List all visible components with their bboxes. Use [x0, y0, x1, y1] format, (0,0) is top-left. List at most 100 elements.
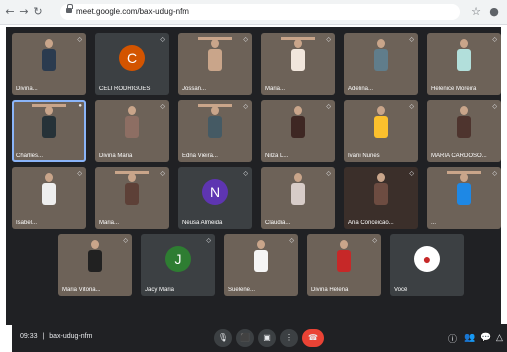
participant-video: [36, 171, 62, 221]
url-text: meet.google.com/bax-udug-nfm: [76, 7, 189, 16]
participant-name: Claudia...: [265, 220, 291, 226]
participant-video: [451, 104, 477, 154]
pin-icon[interactable]: ◇: [409, 36, 414, 43]
participant-name: CELI RODRIGUES: [99, 86, 151, 92]
participant-name: Maria...: [99, 220, 120, 226]
participant-tile[interactable]: N ◇ Neusa Almeida: [178, 167, 252, 229]
participant-tile[interactable]: ◇ Helenice Moreira: [427, 33, 501, 95]
present-button[interactable]: ▣: [258, 329, 276, 347]
participant-name: Ana Conceicao...: [348, 220, 394, 226]
participant-name: Nilza L...: [265, 153, 289, 159]
participant-name: MARIA CARDOSO...: [431, 153, 487, 159]
participant-name: Divina Helena: [311, 287, 349, 293]
participant-tile[interactable]: ◇ Ivani Nunes: [344, 100, 418, 162]
participant-tile[interactable]: ◇ Ana Conceicao...: [344, 167, 418, 229]
participant-tile[interactable]: ◇ Divina Maria: [95, 100, 169, 162]
participant-tile[interactable]: ◇ Adelina...: [344, 33, 418, 95]
participant-tile[interactable]: ◇ Maria...: [261, 33, 335, 95]
participant-video: [368, 37, 394, 87]
pin-icon[interactable]: ◇: [492, 103, 497, 110]
participant-tile[interactable]: ◇ Divina...: [12, 33, 86, 95]
participant-tile-self[interactable]: ● Você: [390, 234, 464, 296]
participant-tile[interactable]: ◇ Suelene...: [224, 234, 298, 296]
pin-icon[interactable]: ◇: [77, 36, 82, 43]
pin-icon[interactable]: ◇: [206, 237, 211, 244]
end-call-button[interactable]: ☎: [302, 329, 324, 347]
pin-icon[interactable]: ◇: [326, 170, 331, 177]
participant-name: Você: [394, 287, 408, 293]
self-avatar: ●: [414, 246, 440, 272]
participant-name: Helenice Moreira: [431, 86, 477, 92]
participant-tile[interactable]: ◇ Jossan...: [178, 33, 252, 95]
participant-tile[interactable]: ◇ MARIA CARDOSO...: [427, 100, 501, 162]
participant-name: Jacy Maria: [145, 287, 175, 293]
pin-icon[interactable]: ◇: [326, 103, 331, 110]
speaking-indicator-icon: ●: [78, 103, 82, 109]
participant-name: Divina Maria: [99, 153, 133, 159]
meeting-time: 09:33 | bax-udug-nfm: [20, 333, 93, 340]
pin-icon[interactable]: ◇: [160, 103, 165, 110]
pin-icon[interactable]: ◇: [243, 170, 248, 177]
more-options-button[interactable]: ⋮: [280, 329, 298, 347]
activities-icon[interactable]: △: [496, 332, 503, 343]
participant-tile[interactable]: ◇ Nilza L...: [261, 100, 335, 162]
participant-video: [82, 238, 108, 288]
pin-icon[interactable]: ◇: [372, 237, 377, 244]
lock-icon: [66, 4, 73, 14]
participant-tile[interactable]: ◇ Maria...: [95, 167, 169, 229]
meet-grid: ◇ Divina... C ◇ CELI RODRIGUES ◇ Jossan.…: [6, 27, 507, 352]
camera-button[interactable]: ⬛: [236, 329, 254, 347]
participant-name: Jossan...: [182, 86, 207, 92]
pin-icon[interactable]: ◇: [77, 170, 82, 177]
avatar: J: [165, 246, 191, 272]
reload-icon[interactable]: ↻: [32, 6, 44, 18]
participant-tile[interactable]: ◇ Isabel...: [12, 167, 86, 229]
pin-icon[interactable]: ◇: [492, 36, 497, 43]
participant-tile[interactable]: ◇ ...: [427, 167, 501, 229]
pin-icon[interactable]: ◇: [409, 103, 414, 110]
participant-tile[interactable]: J ◇ Jacy Maria: [141, 234, 215, 296]
back-icon[interactable]: ←: [4, 6, 16, 18]
participant-video: [368, 171, 394, 221]
participant-name: ...: [431, 220, 437, 226]
participant-name: Adelina...: [348, 86, 374, 92]
participant-name: Neusa Almeida: [182, 220, 223, 226]
pin-icon[interactable]: ◇: [289, 237, 294, 244]
participant-video: [36, 37, 62, 87]
address-bar[interactable]: meet.google.com/bax-udug-nfm: [60, 4, 460, 20]
participant-video: [281, 37, 315, 87]
pin-icon[interactable]: ◇: [492, 170, 497, 177]
participant-tile[interactable]: ◇ Divina Helena: [307, 234, 381, 296]
mic-button[interactable]: 🎙: [214, 329, 232, 347]
forward-icon[interactable]: →: [18, 6, 30, 18]
screen: { "browser": { "url": "meet.google.com/b…: [0, 0, 507, 352]
participant-video: [285, 104, 311, 154]
people-icon[interactable]: 👥: [464, 332, 475, 343]
participant-tile[interactable]: C ◇ CELI RODRIGUES: [95, 33, 169, 95]
pin-icon[interactable]: ◇: [123, 237, 128, 244]
profile-icon[interactable]: ●: [488, 6, 500, 18]
participant-tile-active[interactable]: ● Charlles...: [12, 100, 86, 162]
participant-video: [451, 37, 477, 87]
browser-toolbar: ← → ↻ meet.google.com/bax-udug-nfm ☆ ●: [0, 0, 507, 25]
participant-tile[interactable]: ◇ Edna Vieira...: [178, 100, 252, 162]
participant-tile[interactable]: ◇ Claudia...: [261, 167, 335, 229]
info-icon[interactable]: ⓘ: [448, 332, 457, 345]
avatar: N: [202, 179, 228, 205]
participant-name: Maria...: [265, 86, 286, 92]
participant-name: Maria Vitoria...: [62, 287, 101, 293]
pin-icon[interactable]: ◇: [243, 103, 248, 110]
pin-icon[interactable]: ◇: [160, 170, 165, 177]
participant-name: Divina...: [16, 86, 38, 92]
participant-video: [248, 238, 274, 288]
pin-icon[interactable]: ◇: [326, 36, 331, 43]
participant-tile[interactable]: ◇ Maria Vitoria...: [58, 234, 132, 296]
pin-icon[interactable]: ◇: [409, 170, 414, 177]
participant-video: [368, 104, 394, 154]
star-icon[interactable]: ☆: [470, 6, 482, 18]
pin-icon[interactable]: ◇: [160, 36, 165, 43]
chat-icon[interactable]: 💬: [480, 332, 491, 343]
pin-icon[interactable]: ◇: [243, 36, 248, 43]
avatar: C: [119, 45, 145, 71]
participant-video: [32, 104, 66, 154]
